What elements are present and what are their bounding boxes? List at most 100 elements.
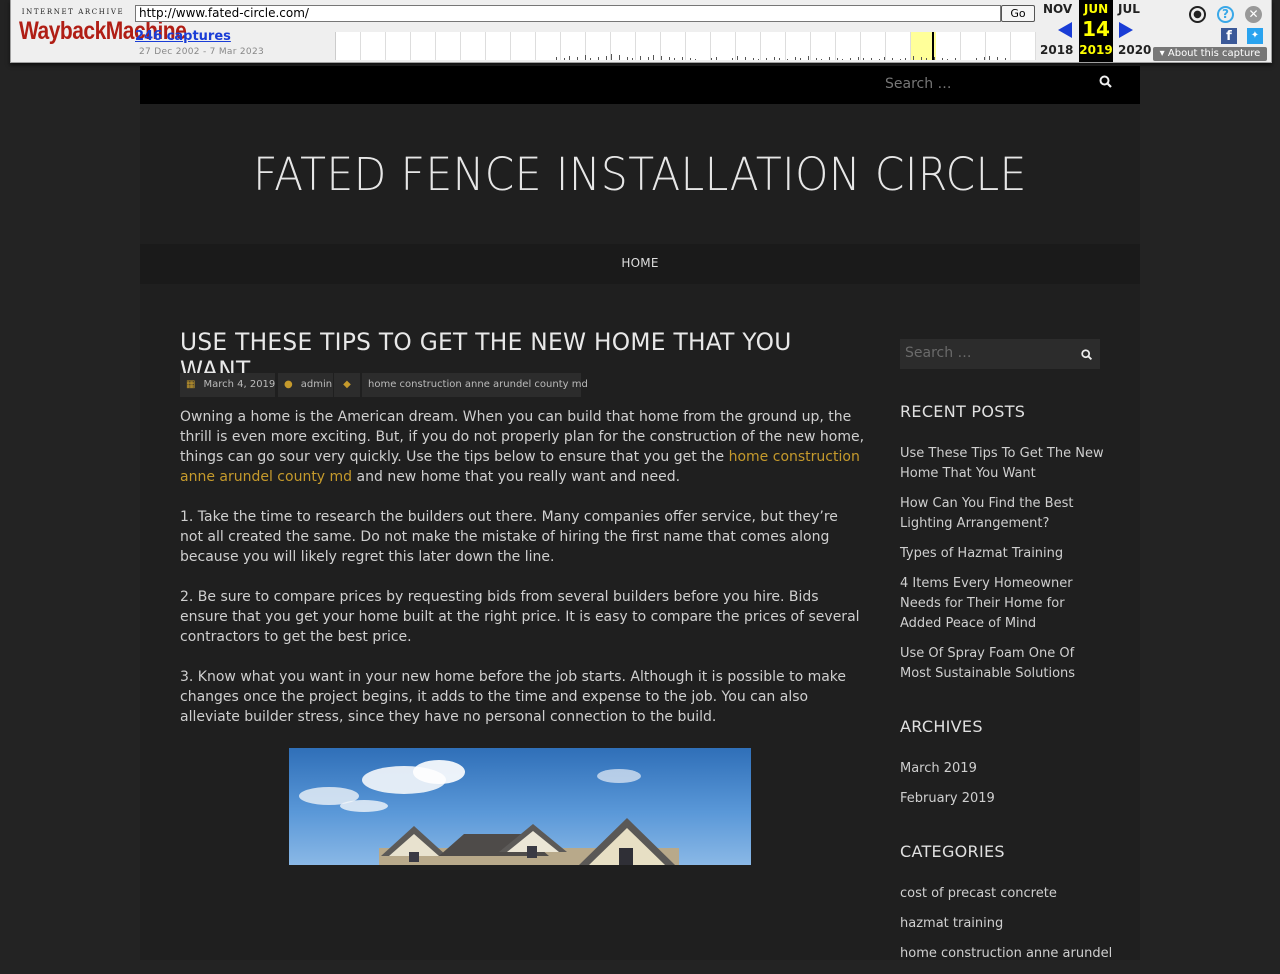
- wayback-prev-month[interactable]: NOV: [1043, 2, 1072, 16]
- wayback-captures-link[interactable]: 246 captures: [135, 29, 231, 44]
- sparkline-tick: [632, 58, 633, 60]
- wayback-next-month[interactable]: JUL: [1118, 2, 1140, 16]
- wayback-sparkline[interactable]: [335, 32, 1036, 60]
- recent-post-link[interactable]: 4 Items Every Homeowner Needs for Their …: [900, 574, 1105, 634]
- sparkline-tick: [732, 58, 733, 60]
- post-date-text: March 4, 2019: [203, 379, 276, 390]
- sidebar-search[interactable]: Search …: [900, 339, 1100, 369]
- wayback-cur-month: JUN: [1083, 2, 1109, 16]
- sparkline-tick: [627, 57, 628, 60]
- sparkline-tick: [976, 58, 977, 60]
- sidebar-search-input[interactable]: Search …: [905, 345, 972, 361]
- post-date[interactable]: ▦ March 4, 2019: [180, 373, 275, 397]
- archives-heading: ARCHIVES: [900, 717, 983, 736]
- user-icon: ●: [284, 379, 293, 390]
- sparkline-tick: [947, 59, 948, 60]
- wayback-prev-year[interactable]: 2018: [1040, 43, 1073, 57]
- sparkline-tick: [871, 58, 872, 60]
- wayback-url-input[interactable]: http://www.fated-circle.com/: [135, 5, 1001, 22]
- sparkline-tick: [989, 56, 990, 60]
- categories-list: cost of precast concrete hazmat training…: [900, 884, 1112, 974]
- sparkline-tick: [842, 59, 843, 60]
- search-icon[interactable]: [1080, 347, 1094, 366]
- sparkline-tick: [661, 56, 662, 60]
- sparkline-tick: [837, 58, 838, 60]
- site-title[interactable]: FATED FENCE INSTALLATION CIRCLE: [170, 148, 1110, 201]
- help-icon[interactable]: ?: [1217, 6, 1234, 23]
- sparkline-tick: [787, 59, 788, 60]
- nav-item-home[interactable]: HOME: [140, 256, 1140, 270]
- sparkline-tick: [690, 58, 691, 60]
- wayback-capture-range: 27 Dec 2002 - 7 Mar 2023: [139, 47, 264, 57]
- sparkline-tick: [737, 56, 738, 60]
- sparkline-tick: [905, 58, 906, 60]
- category-link[interactable]: home construction anne arundel: [900, 944, 1112, 964]
- site-header: FATED FENCE INSTALLATION CIRCLE: [140, 104, 1140, 244]
- sparkline-tick: [569, 56, 570, 60]
- sparkline-tick: [892, 58, 893, 60]
- sparkline-tick: [884, 57, 885, 60]
- sparkline-tick: [745, 57, 746, 60]
- sparkline-tick: [653, 55, 654, 60]
- category-link[interactable]: cost of precast concrete: [900, 884, 1105, 904]
- facebook-icon[interactable]: f: [1221, 28, 1237, 44]
- sparkline-tick: [640, 56, 641, 60]
- content-area: USE THESE TIPS TO GET THE NEW HOME THAT …: [140, 284, 1140, 961]
- wayback-logo[interactable]: INTERNET ARCHIVE WaybackMachine: [19, 8, 187, 52]
- wayback-cur-day: 14: [1082, 17, 1110, 41]
- archive-link[interactable]: March 2019: [900, 759, 1105, 779]
- wayback-go-button[interactable]: Go: [1001, 5, 1035, 22]
- post-tag[interactable]: home construction anne arundel county md: [362, 373, 588, 397]
- categories-heading: CATEGORIES: [900, 842, 1005, 861]
- sparkline-tick: [674, 58, 675, 60]
- sparkline-tick: [879, 59, 880, 60]
- sparkline-current-marker: [932, 32, 934, 60]
- sparkline-tick: [556, 57, 557, 60]
- sparkline-tick: [900, 59, 901, 60]
- close-icon[interactable]: ✕: [1245, 6, 1262, 23]
- recent-post-link[interactable]: How Can You Find the Best Lighting Arran…: [900, 494, 1105, 534]
- site-container: Search … FATED FENCE INSTALLATION CIRCLE…: [140, 66, 1140, 961]
- wayback-logo-main: WaybackMachine: [19, 17, 187, 45]
- sparkline-tick: [984, 57, 985, 60]
- sparkline-tick: [934, 57, 935, 60]
- top-search-input[interactable]: Search …: [885, 76, 952, 92]
- sparkline-tick: [669, 57, 670, 60]
- recent-post-link[interactable]: Use Of Spray Foam One Of Most Sustainabl…: [900, 644, 1105, 684]
- sparkline-tick: [758, 59, 759, 60]
- sparkline-tick: [863, 58, 864, 60]
- sparkline-tick: [611, 54, 612, 60]
- main-nav: HOME: [140, 244, 1140, 285]
- post-paragraph: 3. Know what you want in your new home b…: [180, 669, 847, 725]
- wayback-cur-year: 2019: [1079, 43, 1113, 57]
- user-icon[interactable]: ●: [1189, 6, 1206, 23]
- post-paragraph: 1. Take the time to research the builder…: [180, 509, 838, 565]
- sparkline-tick: [800, 58, 801, 60]
- sparkline-tick: [926, 58, 927, 60]
- calendar-icon: ▦: [186, 379, 196, 390]
- sparkline-tick: [779, 58, 780, 60]
- recent-post-link[interactable]: Use These Tips To Get The New Home That …: [900, 444, 1105, 484]
- search-icon[interactable]: [1098, 74, 1114, 94]
- sparkline-tick: [619, 55, 620, 60]
- sparkline-tick: [942, 58, 943, 60]
- category-link[interactable]: hazmat training: [900, 914, 1105, 934]
- next-capture-arrow-icon[interactable]: [1119, 22, 1133, 38]
- recent-post-link[interactable]: Types of Hazmat Training: [900, 544, 1105, 564]
- twitter-icon[interactable]: ✦: [1247, 28, 1263, 44]
- prev-capture-arrow-icon[interactable]: [1058, 22, 1072, 38]
- post-paragraph: 2. Be sure to compare prices by requesti…: [180, 589, 860, 645]
- sparkline-tick: [695, 59, 696, 60]
- archive-link[interactable]: February 2019: [900, 789, 1105, 809]
- sparkline-tick: [564, 58, 565, 60]
- sparkline-tick: [821, 59, 822, 60]
- post-author[interactable]: ● admin: [278, 373, 333, 397]
- wayback-next-year[interactable]: 2020: [1118, 43, 1151, 57]
- sparkline-tick: [816, 58, 817, 60]
- top-bar: Search …: [140, 66, 1140, 104]
- post-body: Owning a home is the American dream. Whe…: [180, 407, 865, 747]
- sparkline-tick: [795, 57, 796, 60]
- about-capture-button[interactable]: ▾ About this capture: [1153, 47, 1267, 61]
- post-house-image: [289, 748, 751, 865]
- sparkline-tick: [753, 58, 754, 60]
